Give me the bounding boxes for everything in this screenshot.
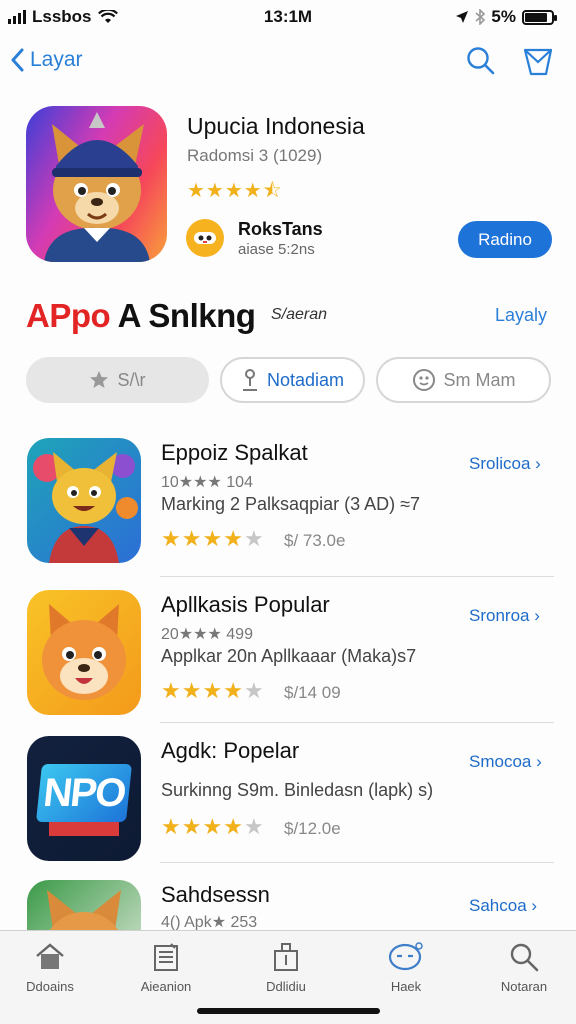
hero-rating: ★★★★⯪ — [187, 180, 283, 202]
app-get-link[interactable]: Srolicoa › — [469, 454, 541, 474]
section-title: APpo A Snlkng — [26, 297, 256, 335]
app-rating: ★★★★★ — [161, 526, 265, 552]
hero-subtitle: Radomsi 3 (1029) — [187, 146, 323, 165]
section-title-black: A Snlkng — [117, 297, 256, 334]
tab-home[interactable]: Ddoains — [0, 941, 100, 994]
nav-actions — [466, 46, 554, 76]
star-empty-icon: ★ — [243, 814, 265, 839]
person-icon — [242, 369, 257, 391]
star-filled-icon: ★ — [161, 814, 182, 839]
developer-avatar — [186, 219, 224, 257]
app-get-link[interactable]: Sahcoa › — [469, 896, 537, 916]
app-icon — [27, 590, 141, 715]
app-price: $/12.0e — [284, 819, 341, 838]
battery-icon — [522, 9, 557, 25]
star-empty-icon: ★ — [243, 678, 265, 703]
star-filled-icon: ★ — [161, 526, 182, 551]
status-bar: Lssbos 13:1M 5% — [0, 0, 576, 34]
badge-icon — [412, 369, 435, 391]
status-time: 13:1M — [263, 7, 313, 26]
get-button[interactable]: Radino — [458, 221, 552, 258]
app-description: Applkar 20n Apllkaaar (Maka)s7 — [161, 646, 417, 666]
chip-label: Notadiam — [266, 369, 345, 390]
app-description: Marking 2 Palksaqpiar (3 AD) ≈7 — [161, 494, 420, 514]
filter-chip-2[interactable]: Notadiam — [220, 357, 365, 403]
see-all-link[interactable]: Layaly — [495, 305, 547, 326]
app-description: Surkinng S9m. Binledasn (lapk) s) — [161, 780, 434, 800]
chip-label: S/\r — [117, 369, 146, 390]
star-filled-icon: ★ — [223, 678, 244, 703]
star-filled-icon: ★ — [223, 526, 244, 551]
star-filled-icon: ★ — [202, 526, 224, 551]
dog-mascot-icon — [42, 604, 126, 700]
home-indicator — [197, 1008, 380, 1014]
app-name: Apllkasis Popular — [161, 592, 330, 617]
apps-icon — [274, 943, 298, 971]
app-icon: NPO — [27, 736, 141, 861]
search-icon — [510, 943, 539, 972]
hero-app-icon[interactable] — [26, 106, 167, 262]
nav-bar: Layar — [0, 40, 576, 92]
home-icon — [36, 943, 64, 969]
developer-meta: aiase 5:2ns — [238, 241, 315, 258]
tab-label: Aieanion — [140, 979, 192, 994]
section-title-red: APpo — [26, 297, 111, 334]
divider — [160, 722, 554, 723]
search-icon[interactable] — [466, 46, 496, 76]
star-filled-icon: ★ — [181, 678, 203, 703]
section-note: S/aeran — [271, 306, 328, 323]
hero-title: Upucia Indonesia — [187, 113, 365, 139]
app-meta: 4() Apk★ 253 — [161, 914, 258, 931]
filter-chip-1[interactable]: S/\r — [26, 357, 209, 403]
app-icon-text: NPO — [35, 764, 133, 822]
cat-mascot-icon — [33, 452, 138, 563]
star-filled-icon: ★ — [202, 678, 224, 703]
back-label: Layar — [30, 48, 83, 71]
fox-mascot-icon — [44, 112, 150, 262]
app-icon — [27, 438, 141, 563]
tab-apps[interactable]: Ddlidiu — [236, 941, 336, 994]
divider — [160, 576, 554, 577]
chat-icon — [388, 942, 423, 971]
app-price: $/ 73.0e — [284, 531, 346, 550]
back-button[interactable]: Layar — [10, 48, 83, 72]
tab-chat[interactable]: Haek — [356, 941, 456, 994]
tab-news[interactable]: Aieanion — [116, 941, 216, 994]
star-filled-icon: ★ — [181, 814, 203, 839]
share-icon[interactable] — [522, 46, 554, 76]
app-rating: ★★★★★ — [161, 814, 265, 840]
chevron-left-icon — [11, 48, 24, 72]
star-filled-icon: ★ — [161, 678, 182, 703]
app-name: Eppoiz Spalkat — [161, 440, 308, 465]
app-get-link[interactable]: Sronroa › — [469, 606, 540, 626]
app-price: $/14 09 — [284, 683, 341, 702]
developer-name[interactable]: RoksTans — [238, 219, 323, 240]
star-filled-icon: ★ — [223, 814, 244, 839]
star-filled-icon: ★ — [181, 526, 203, 551]
tab-label: Ddlidiu — [266, 979, 306, 994]
tab-label: Notaran — [500, 979, 548, 994]
filter-chip-3[interactable]: Sm Mam — [376, 357, 551, 403]
star-icon — [90, 371, 109, 388]
tab-search[interactable]: Notaran — [474, 941, 574, 994]
tab-label: Ddoains — [26, 979, 74, 994]
app-icon-banner — [49, 822, 119, 836]
app-get-link[interactable]: Smocoa › — [469, 752, 542, 772]
news-icon — [154, 943, 178, 971]
chip-label: Sm Mam — [443, 369, 516, 390]
app-meta: 10★★★ 104 — [161, 474, 253, 491]
star-empty-icon: ★ — [243, 526, 265, 551]
star-filled-icon: ★ — [202, 814, 224, 839]
app-name: Sahdsessn — [161, 882, 270, 907]
tab-label: Haek — [390, 979, 422, 994]
app-meta: 20★★★ 499 — [161, 626, 253, 643]
face-icon — [194, 232, 216, 244]
app-rating: ★★★★★ — [161, 678, 265, 704]
app-name: Agdk: Popelar — [161, 738, 300, 763]
divider — [160, 862, 554, 863]
